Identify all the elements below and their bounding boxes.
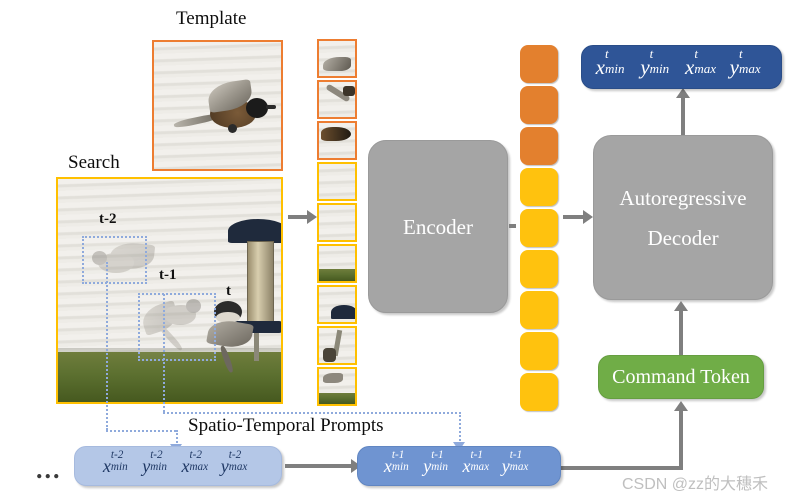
output-y-max: y t max bbox=[729, 46, 761, 79]
token-9 bbox=[520, 373, 558, 411]
prompt1-x-min: x t-1 min bbox=[383, 448, 409, 476]
arrow-command-to-decoder-head bbox=[674, 301, 688, 311]
patch-thumbnail-7 bbox=[317, 285, 357, 324]
output-y-min: y t min bbox=[640, 46, 670, 79]
feeder-roof bbox=[228, 219, 281, 243]
arrow-decoder-to-output-head bbox=[676, 88, 690, 98]
patch-9-grass bbox=[319, 393, 355, 404]
prompt1-y-min: y t-1 min bbox=[423, 448, 448, 476]
arrow-prompt-to-command-head bbox=[674, 401, 688, 411]
patch-3-content bbox=[321, 127, 351, 141]
patch-6-grass bbox=[319, 269, 355, 281]
output-bbox-token[interactable]: x t min y t min x t max y t max bbox=[581, 45, 782, 89]
patch-8-feeder bbox=[323, 348, 336, 362]
prompt-bbox-t-minus-2[interactable]: x t-2 min y t-2 min x t-2 max y t-2 max bbox=[74, 446, 282, 486]
patch-thumbnail-8 bbox=[317, 326, 357, 365]
prompt-bbox-t-minus-1[interactable]: x t-1 min y t-1 min x t-1 max y t-1 max bbox=[357, 446, 561, 486]
token-1 bbox=[520, 45, 558, 83]
token-7 bbox=[520, 291, 558, 329]
token-4 bbox=[520, 168, 558, 206]
command-token-label: Command Token bbox=[612, 365, 750, 388]
patch-thumbnail-9 bbox=[317, 367, 357, 406]
prompt-t-minus-2-math: x t-2 min y t-2 min x t-2 max y t-2 max bbox=[102, 448, 253, 477]
arrow-command-to-decoder-line bbox=[679, 310, 683, 355]
prompt1-x-max: x t-1 max bbox=[462, 448, 490, 476]
output-bbox-math: x t min y t min x t max y t max bbox=[595, 46, 768, 80]
patch-1-content bbox=[323, 57, 351, 71]
leader-line-t-minus-2-horizontal bbox=[106, 430, 176, 432]
leader-line-t-minus-1-horizontal bbox=[163, 412, 461, 414]
bbox-t-minus-1 bbox=[138, 293, 216, 361]
decoder-label-line1: Autoregressive bbox=[619, 185, 747, 210]
token-2 bbox=[520, 86, 558, 124]
patch-thumbnail-6 bbox=[317, 244, 357, 283]
arrow-prompt2-to-prompt1-line bbox=[285, 464, 352, 468]
watermark: CSDN @zz的大穗禾 bbox=[622, 476, 769, 493]
patch-thumbnail-4 bbox=[317, 162, 357, 201]
prompt-t-minus-1-math: x t-1 min y t-1 min x t-1 max y t-1 max bbox=[383, 448, 534, 477]
arrow-search-to-patches-line bbox=[288, 215, 308, 219]
autoregressive-decoder-block[interactable]: Autoregressive Decoder bbox=[593, 135, 773, 300]
bbox-t-minus-2 bbox=[82, 236, 147, 284]
template-label: Template bbox=[176, 8, 247, 29]
prompt2-x-min: x t-2 min bbox=[102, 448, 128, 476]
search-label: Search bbox=[68, 152, 120, 173]
patch-2-content-dark bbox=[343, 86, 355, 96]
output-x-min: x t min bbox=[595, 46, 625, 79]
template-bird bbox=[172, 79, 277, 140]
patch-9-bird bbox=[323, 373, 343, 383]
decoder-label-line2: Decoder bbox=[647, 225, 719, 250]
label-t: t bbox=[226, 283, 231, 299]
spatio-temporal-prompts-label: Spatio-Temporal Prompts bbox=[188, 415, 384, 436]
bird-beak bbox=[266, 105, 276, 109]
arrow-tokens-to-decoder-head bbox=[583, 210, 593, 224]
prompt-sequence-ellipsis: ... bbox=[36, 455, 62, 484]
figure-canvas: Template Search t-2 t-1 t Encoder Autore… bbox=[0, 0, 806, 503]
arrow-search-to-patches-head bbox=[307, 210, 317, 224]
patch-thumbnail-5 bbox=[317, 203, 357, 242]
encoder-label: Encoder bbox=[403, 214, 473, 239]
arrow-decoder-to-output-line bbox=[681, 97, 685, 135]
arrow-prompt-to-command-vertical bbox=[679, 410, 683, 468]
leader-line-t-minus-2-vertical bbox=[106, 262, 108, 430]
encoder-block[interactable]: Encoder bbox=[368, 140, 508, 313]
patch-thumbnail-3 bbox=[317, 121, 357, 160]
bird-t-tail bbox=[219, 344, 235, 374]
prompt2-y-max: y t-2 max bbox=[220, 448, 248, 476]
arrow-encoder-to-tokens-line bbox=[509, 224, 516, 228]
token-3 bbox=[520, 127, 558, 165]
search-image: t-2 t-1 t bbox=[56, 177, 283, 404]
leader-line-t-minus-1-vertical bbox=[163, 294, 165, 412]
arrow-tokens-to-decoder-line bbox=[563, 215, 584, 219]
label-t-minus-2: t-2 bbox=[99, 211, 117, 227]
patch-thumbnail-2 bbox=[317, 80, 357, 119]
output-x-max: x t max bbox=[685, 46, 717, 79]
label-t-minus-1: t-1 bbox=[159, 267, 177, 283]
token-8 bbox=[520, 332, 558, 370]
prompt1-y-max: y t-1 max bbox=[501, 448, 529, 476]
patch-4-background bbox=[319, 164, 355, 199]
bird-feet bbox=[228, 124, 237, 133]
prompt2-x-max: x t-2 max bbox=[181, 448, 209, 476]
command-token-block[interactable]: Command Token bbox=[598, 355, 764, 399]
patch-5-background bbox=[319, 205, 355, 240]
patch-7-feeder bbox=[331, 305, 355, 319]
leader-line-t-minus-1-drop bbox=[459, 412, 461, 444]
patch-thumbnail-1 bbox=[317, 39, 357, 78]
bird-head bbox=[246, 98, 268, 118]
token-5 bbox=[520, 209, 558, 247]
prompt2-y-min: y t-2 min bbox=[142, 448, 167, 476]
token-6 bbox=[520, 250, 558, 288]
template-image bbox=[152, 40, 283, 171]
